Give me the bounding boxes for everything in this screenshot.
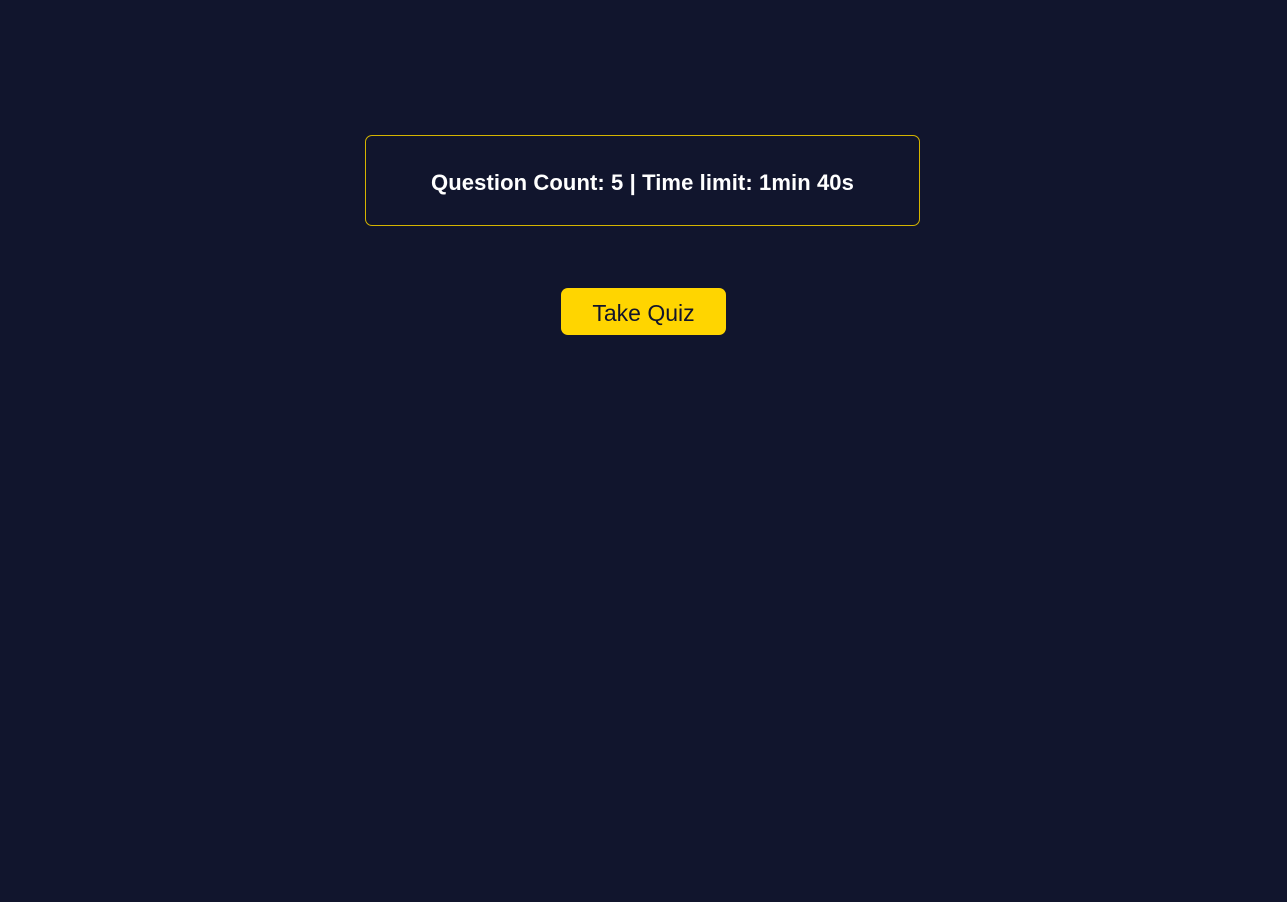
quiz-start-page: Question Count: 5 | Time limit: 1min 40s… <box>0 0 1287 902</box>
take-quiz-button[interactable]: Take Quiz <box>561 288 726 335</box>
quiz-info-card: Question Count: 5 | Time limit: 1min 40s <box>365 135 920 226</box>
quiz-info-text: Question Count: 5 | Time limit: 1min 40s <box>431 169 854 195</box>
